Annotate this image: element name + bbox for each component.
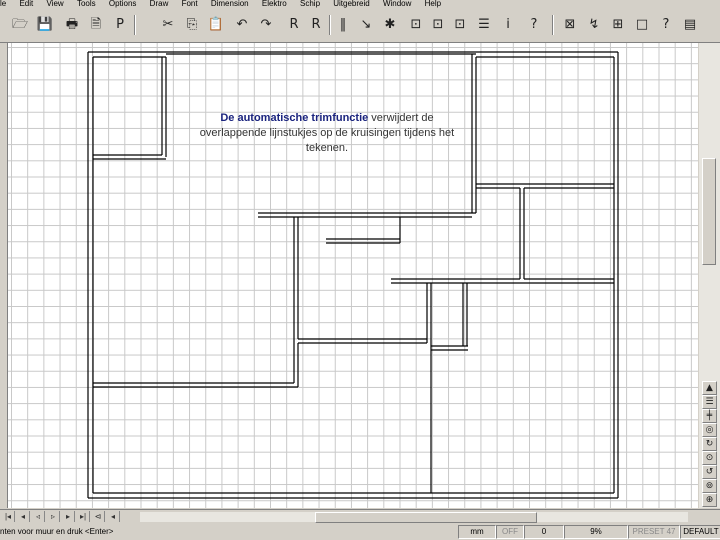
undo-icon[interactable]: ↶	[232, 15, 252, 35]
redo-icon[interactable]: ↷	[256, 15, 276, 35]
menu-schip[interactable]: Schip	[300, 0, 320, 8]
menu-options[interactable]: Options	[109, 0, 137, 8]
selection-handles-icon-3[interactable]: ⊡	[450, 15, 470, 35]
selection-handles-icon[interactable]: ⊡	[406, 15, 426, 35]
snap-grid-icon[interactable]: ╪	[702, 409, 717, 423]
zoom-indicator[interactable]: 9%	[564, 525, 628, 539]
drawing-canvas[interactable]: De automatische trimfunctie verwijdert d…	[8, 43, 698, 508]
vertical-scrollbar[interactable]: ▲ ☰ ╪ ◎ ↻ ⊙ ↺ ⊚ ⊕	[699, 43, 720, 508]
tile-icon[interactable]: ⊞	[608, 15, 628, 35]
horizontal-scroll-thumb[interactable]	[315, 512, 537, 523]
prev-page-icon[interactable]: ◂	[17, 511, 30, 522]
open-folder-icon[interactable]: 🗁	[10, 15, 30, 35]
save-icon[interactable]: 💾	[35, 15, 55, 35]
menu-uitgebreid[interactable]: Uitgebreid	[333, 0, 369, 8]
selection-handles-icon-2[interactable]: ⊡	[428, 15, 448, 35]
left-ruler-strip	[0, 43, 8, 508]
snap-point-icon[interactable]: ⊙	[702, 451, 717, 465]
menu-draw[interactable]: Draw	[150, 0, 169, 8]
rotate-cw-icon[interactable]: ↻	[702, 437, 717, 451]
copy-icon[interactable]: ⎘	[182, 15, 202, 35]
rotate-ccw-icon[interactable]: ↺	[702, 465, 717, 479]
constraint-icon[interactable]: ↯	[584, 15, 604, 35]
step-forward-icon[interactable]: ▹	[47, 511, 60, 522]
vertical-scroll-thumb[interactable]	[702, 158, 716, 265]
add-node-icon[interactable]: ✱	[380, 15, 400, 35]
menu-help[interactable]: Help	[425, 0, 441, 8]
menu-edit[interactable]: Edit	[19, 0, 33, 8]
print-icon[interactable]: 🖶	[62, 15, 82, 35]
toolbar-separator	[134, 15, 136, 35]
square-icon[interactable]: □	[632, 15, 652, 35]
vertical-line-icon[interactable]: ‖	[333, 15, 353, 35]
caption-bold-text: De automatische trimfunctie	[220, 112, 369, 124]
question-icon[interactable]: ?	[656, 15, 676, 35]
object-properties-icon[interactable]: R	[306, 15, 326, 35]
menu-file[interactable]: le	[0, 0, 6, 8]
info-icon[interactable]: i	[498, 15, 518, 35]
horizontal-scroll-track[interactable]	[140, 512, 688, 523]
page-setup-icon[interactable]: P	[110, 15, 130, 35]
last-page-icon[interactable]: ▸|	[77, 511, 90, 522]
node-edit-icon[interactable]: ↘	[356, 15, 376, 35]
draw-icon[interactable]: R	[284, 15, 304, 35]
snap-circle-icon[interactable]: ⊚	[702, 479, 717, 493]
menu-window[interactable]: Window	[383, 0, 411, 8]
menu-bar: le Edit View Tools Options Draw Font Dim…	[0, 0, 720, 9]
trim-function-caption: De automatische trimfunctie verwijdert d…	[188, 111, 466, 156]
snap-center-icon[interactable]: ◎	[702, 423, 717, 437]
menu-view[interactable]: View	[47, 0, 64, 8]
zoom-window-icon[interactable]: ⊠	[560, 15, 580, 35]
menu-elektro[interactable]: Elektro	[262, 0, 287, 8]
menu-font[interactable]: Font	[182, 0, 198, 8]
preset-indicator[interactable]: PRESET 47	[628, 525, 680, 539]
layer-indicator[interactable]: DEFAULT	[680, 525, 720, 539]
snap-indicator[interactable]: OFF	[496, 525, 524, 539]
scroll-left-icon[interactable]: ◂	[107, 511, 120, 522]
toolbar-separator	[329, 15, 331, 35]
unit-indicator[interactable]: mm	[458, 525, 496, 539]
angle-indicator: 0	[524, 525, 564, 539]
layers-icon[interactable]: ☰	[702, 395, 717, 409]
menu-dimension[interactable]: Dimension	[211, 0, 249, 8]
snap-cross-icon[interactable]: ⊕	[702, 493, 717, 507]
print-preview-icon[interactable]: 🗎	[86, 15, 106, 35]
help-pointer-icon[interactable]: ?	[524, 15, 544, 35]
status-bar: nten voor muur en druk <Enter> mm OFF 0 …	[0, 524, 720, 540]
toolbar: 🗁 💾 🖶 🗎 P ✂ ⎘ 📋 ↶ ↷ R R ‖ ↘ ✱ ⊡ ⊡ ⊡ ☰ i …	[0, 9, 720, 43]
next-page-icon[interactable]: ▸	[62, 511, 75, 522]
paste-icon[interactable]: 📋	[206, 15, 226, 35]
toolbar-separator	[552, 15, 554, 35]
menu-tools[interactable]: Tools	[77, 0, 96, 8]
step-back-icon[interactable]: ◃	[32, 511, 45, 522]
table-icon[interactable]: ☰	[474, 15, 494, 35]
status-message: nten voor muur en druk <Enter>	[0, 527, 114, 536]
scroll-up-icon[interactable]: ▲	[702, 381, 717, 395]
document-icon[interactable]: ▤	[680, 15, 700, 35]
cut-icon[interactable]: ✂	[158, 15, 178, 35]
page-menu-icon[interactable]: ⊲	[92, 511, 105, 522]
first-page-icon[interactable]: |◂	[2, 511, 15, 522]
horizontal-scrollbar: |◂ ◂ ◃ ▹ ▸ ▸| ⊲ ◂	[0, 509, 720, 524]
